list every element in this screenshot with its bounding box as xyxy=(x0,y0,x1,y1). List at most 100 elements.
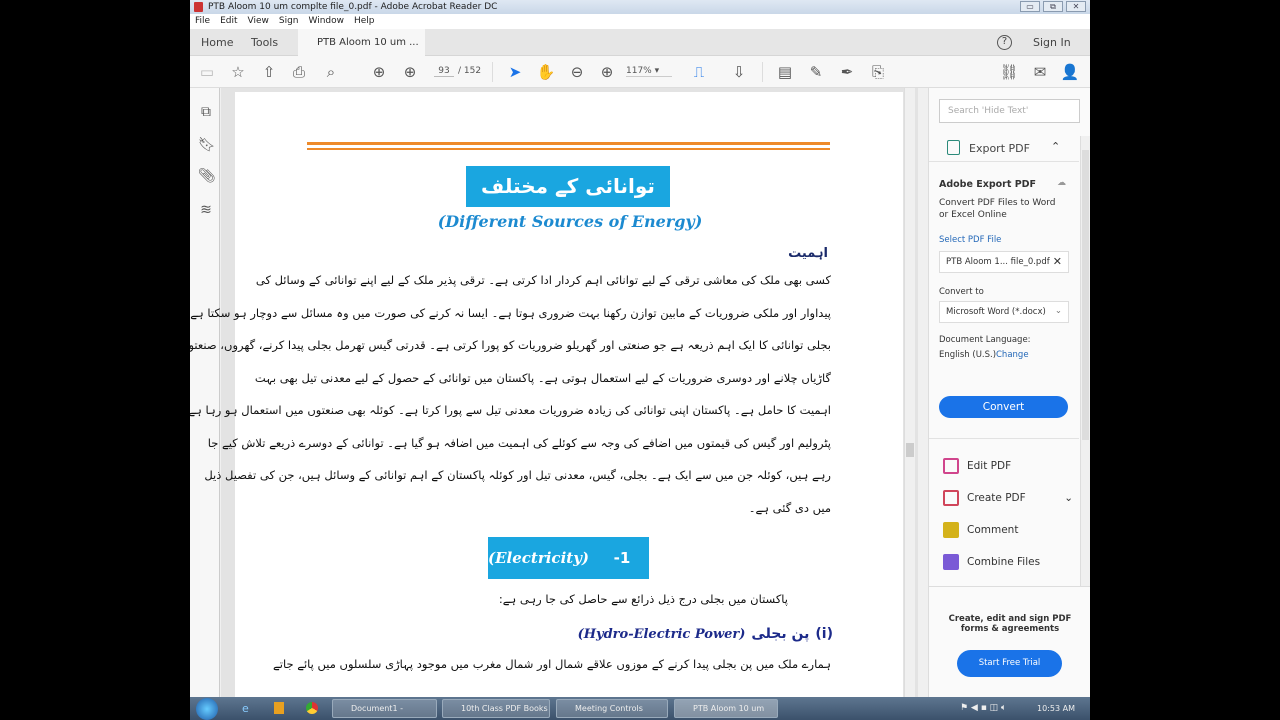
tool-label: Edit PDF xyxy=(967,460,1012,472)
highlight-icon[interactable]: ✎ xyxy=(807,63,825,81)
ie-icon[interactable]: e xyxy=(242,702,249,715)
combine-files-icon xyxy=(943,554,959,570)
zoom-level-select[interactable]: 117% ▾ xyxy=(626,66,672,77)
tab-tools[interactable]: Tools xyxy=(251,36,278,49)
menu-help[interactable]: Help xyxy=(354,14,375,29)
tool-comment[interactable]: Comment xyxy=(943,522,1018,538)
upload-cloud-icon[interactable]: ⇧ xyxy=(260,63,278,81)
system-tray-icons[interactable]: ⚑ ◀ ▪ ◫ 🔈︎ xyxy=(960,703,1006,713)
menu-sign[interactable]: Sign xyxy=(279,14,299,29)
zoom-out-icon[interactable]: ⊖ xyxy=(568,63,586,81)
document-scrollbar[interactable] xyxy=(904,88,915,697)
tool-edit-pdf[interactable]: Edit PDF xyxy=(943,458,1011,474)
previous-page-icon[interactable]: ⊕ xyxy=(370,63,388,81)
paragraph-line: بجلی توانائی کا ایک اہم ذریعہ ہے جو صنعت… xyxy=(190,338,831,352)
layers-icon[interactable]: ≋ xyxy=(198,202,214,218)
edit-pdf-icon xyxy=(943,458,959,474)
paragraph-line: پٹرولیم اور گیس کی قیمتوں میں اضافے کی و… xyxy=(207,436,831,450)
help-icon[interactable]: ? xyxy=(997,35,1012,50)
tab-document-label: PTB Aloom 10 um ... xyxy=(317,37,419,48)
export-pdf-title: Export PDF xyxy=(969,142,1030,155)
email-icon[interactable]: ✉ xyxy=(1031,63,1049,81)
tool-label: Comment xyxy=(967,524,1019,536)
comment-icon[interactable]: ▤ xyxy=(776,63,794,81)
tool-combine-files[interactable]: Combine Files xyxy=(943,554,1040,570)
paragraph-line: گاڑیاں چلانے اور دوسری ضروریات کے لیے اس… xyxy=(254,371,831,385)
language-value: English (U.S.) xyxy=(939,350,997,360)
menu-view[interactable]: View xyxy=(248,14,269,29)
sign-icon[interactable]: ✒ xyxy=(838,63,856,81)
sub-urdu: پن بجلی xyxy=(751,626,810,642)
clock: 10:53 AM xyxy=(1037,704,1075,713)
next-page-icon[interactable]: ⊕ xyxy=(401,63,419,81)
media-player-icon[interactable] xyxy=(274,702,284,714)
fit-page-icon[interactable]: ⎍ xyxy=(690,63,708,81)
select-pdf-file-link[interactable]: Select PDF File xyxy=(939,235,1001,245)
export-description: Convert PDF Files to Word xyxy=(939,198,1056,208)
search-input[interactable]: Search 'Hide Text' xyxy=(939,99,1080,123)
add-user-icon[interactable]: 👤 xyxy=(1061,63,1080,81)
start-button[interactable] xyxy=(196,698,218,720)
remove-file-icon[interactable]: ✕ xyxy=(1053,255,1062,268)
taskbar-item-acrobat[interactable]: PTB Aloom 10 um c... xyxy=(674,699,778,718)
menu-file[interactable]: File xyxy=(195,14,210,29)
tab-bar: Home Tools PTB Aloom 10 um ... × ? Sign … xyxy=(190,29,1090,75)
change-language-link[interactable]: Change xyxy=(996,350,1029,360)
tab-document[interactable]: PTB Aloom 10 um ... × xyxy=(298,29,425,75)
tab-home[interactable]: Home xyxy=(201,36,233,49)
send-for-signature-icon[interactable]: ⎘ xyxy=(869,63,887,81)
menu-edit[interactable]: Edit xyxy=(220,14,237,29)
sub-english: (Hydro-Electric Power) xyxy=(577,627,746,642)
close-button[interactable]: ✕ xyxy=(1066,1,1086,12)
minimize-button[interactable]: ▭ xyxy=(1020,1,1040,12)
section-intro: پاکستان میں بجلی درج ذیل ذرائع سے حاصل ک… xyxy=(498,592,788,606)
select-cursor-icon[interactable]: ➤ xyxy=(506,63,524,81)
convert-button[interactable]: Convert xyxy=(939,396,1068,418)
scroll-mode-icon[interactable]: ⇩ xyxy=(730,63,748,81)
attachments-icon[interactable]: 📎︎ xyxy=(198,168,216,184)
toolbar: ▭ ☆ ⇧ ⎙ ⌕ ⊕ ⊕ 93 / 152 ➤ ✋ ⊖ ⊕ 117% ▾ ⎍ … xyxy=(190,56,1090,88)
restore-button[interactable]: ⧉ xyxy=(1043,1,1063,12)
chrome-icon[interactable] xyxy=(306,702,318,714)
scroll-thumb[interactable] xyxy=(906,443,914,457)
chevron-up-icon[interactable]: ⌃ xyxy=(1051,140,1060,153)
format-select[interactable]: Microsoft Word (*.docx) ⌄ xyxy=(939,301,1069,323)
taskbar-item-folder[interactable]: 10th Class PDF Books xyxy=(442,699,550,718)
bookmark-star-icon[interactable]: ☆ xyxy=(229,63,247,81)
acrobat-window: PTB Aloom 10 um complte file_0.pdf - Ado… xyxy=(190,0,1090,720)
page-thumbnails-icon[interactable]: ⧉ xyxy=(198,104,214,120)
start-free-trial-button[interactable]: Start Free Trial xyxy=(957,650,1062,677)
selected-file-field[interactable]: PTB Aloom 1... file_0.pdf ✕ xyxy=(939,251,1069,273)
section-english: (Electricity) xyxy=(488,549,590,567)
print-icon[interactable]: ⎙ xyxy=(290,63,308,81)
cloud-icon: ☁ xyxy=(1057,178,1066,188)
sign-in-button[interactable]: Sign In xyxy=(1033,36,1071,49)
menu-bar: File Edit View Sign Window Help xyxy=(190,14,1090,29)
tools-pane: Search 'Hide Text' Export PDF ⌃ Adobe Ex… xyxy=(928,88,1090,697)
tool-create-pdf[interactable]: Create PDF ⌄ xyxy=(943,490,1073,506)
section-urdu: 1- بجلی xyxy=(603,549,641,609)
share-link-icon[interactable]: ⛓ xyxy=(999,63,1018,81)
page-number-input[interactable]: 93 xyxy=(434,66,454,77)
taskbar-item-meeting[interactable]: Meeting Controls xyxy=(556,699,668,718)
zoom-value: 117% xyxy=(626,66,652,76)
zoom-in-icon[interactable]: ⊕ xyxy=(598,63,616,81)
export-pdf-header[interactable]: Export PDF ⌃ xyxy=(929,132,1079,162)
export-description: or Excel Online xyxy=(939,210,1007,220)
chevron-down-icon: ⌄ xyxy=(1054,306,1062,316)
save-icon[interactable]: ▭ xyxy=(198,63,216,81)
bookmarks-icon[interactable]: 🔖︎ xyxy=(198,137,216,153)
file-name: PTB Aloom 1... file_0.pdf xyxy=(946,257,1050,267)
paragraph-line: کسی بھی ملک کی معاشی ترقی کے لیے توانائی… xyxy=(255,273,831,287)
sub-number: (i) xyxy=(815,626,833,642)
zoom-search-icon[interactable]: ⌕ xyxy=(322,63,340,81)
tools-pane-scrollbar[interactable] xyxy=(1080,136,1090,586)
document-view: توانائی کے مختلف وسائل (Different Source… xyxy=(190,88,918,712)
paragraph-line: ہمارے ملک میں پن بجلی پیدا کرنے کے موزوں… xyxy=(273,657,831,671)
chevron-down-icon[interactable]: ⌄ xyxy=(1064,492,1073,504)
menu-window[interactable]: Window xyxy=(309,14,345,29)
hand-tool-icon[interactable]: ✋ xyxy=(537,63,556,81)
title-english: (Different Sources of Energy) xyxy=(437,212,703,231)
comment-icon xyxy=(943,522,959,538)
taskbar-item-word[interactable]: Document1 - Micros... xyxy=(332,699,437,718)
